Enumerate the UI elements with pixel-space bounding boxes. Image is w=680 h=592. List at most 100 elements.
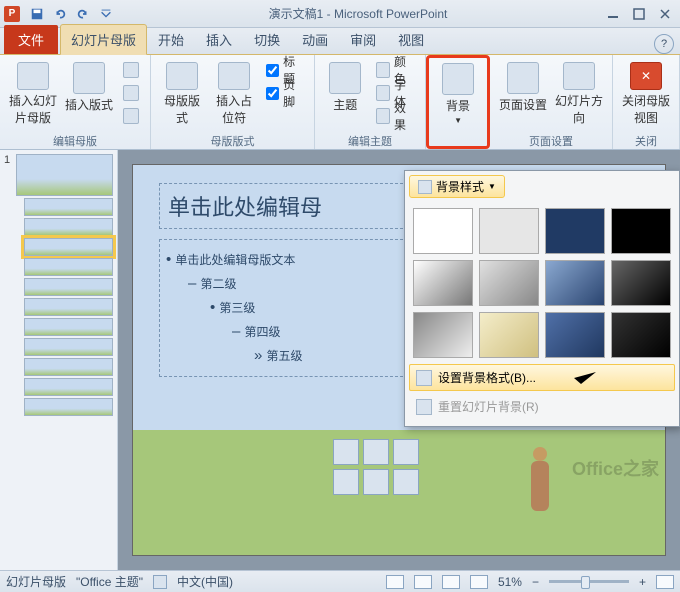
layout-thumbnail[interactable]: [24, 338, 113, 356]
minimize-button[interactable]: [602, 4, 624, 24]
undo-button[interactable]: [49, 3, 71, 25]
background-swatch[interactable]: [413, 208, 473, 254]
page-setup-button[interactable]: 页面设置: [496, 59, 550, 129]
effects-icon: [376, 108, 390, 124]
background-swatch[interactable]: [479, 260, 539, 306]
footer-checkbox[interactable]: 页脚: [261, 82, 308, 104]
fit-to-window-button[interactable]: [656, 575, 674, 589]
tab-transition[interactable]: 切换: [243, 24, 291, 54]
picture-icon[interactable]: [333, 469, 359, 495]
sorter-view-button[interactable]: [414, 575, 432, 589]
background-swatch[interactable]: [413, 260, 473, 306]
media-icon[interactable]: [393, 469, 419, 495]
tab-animation[interactable]: 动画: [291, 24, 339, 54]
background-swatch[interactable]: [479, 208, 539, 254]
table-icon[interactable]: [333, 439, 359, 465]
window-title: 演示文稿1 - Microsoft PowerPoint: [118, 5, 598, 22]
layout-thumbnail[interactable]: [24, 358, 113, 376]
paint-icon: [418, 180, 432, 194]
slideshow-view-button[interactable]: [470, 575, 488, 589]
tab-review[interactable]: 审阅: [339, 24, 387, 54]
status-language[interactable]: 中文(中国): [177, 573, 233, 590]
maximize-button[interactable]: [628, 4, 650, 24]
smartart-icon[interactable]: [393, 439, 419, 465]
slide-master-icon: [17, 62, 49, 90]
layout-thumbnail[interactable]: [24, 378, 113, 396]
tab-slide-master[interactable]: 幻灯片母版: [60, 24, 147, 55]
format-background-menuitem[interactable]: 设置背景格式(B)...: [409, 364, 675, 391]
slide-orientation-button[interactable]: 幻灯片方向: [552, 59, 606, 129]
chart-icon[interactable]: [363, 439, 389, 465]
reset-slide-background-menuitem: 重置幻灯片背景(R): [409, 393, 675, 420]
rename-icon: [123, 85, 139, 101]
background-swatch[interactable]: [611, 260, 671, 306]
save-button[interactable]: [26, 3, 48, 25]
zoom-out-button[interactable]: −: [532, 575, 539, 589]
background-swatch[interactable]: [413, 312, 473, 358]
insert-layout-button[interactable]: 插入版式: [62, 59, 116, 129]
layout-thumbnail[interactable]: [24, 258, 113, 276]
themes-icon: [329, 62, 361, 94]
help-button[interactable]: ?: [654, 34, 674, 54]
layout-thumbnail[interactable]: [24, 198, 113, 216]
layout-thumbnail[interactable]: [24, 318, 113, 336]
redo-button[interactable]: [72, 3, 94, 25]
group-background: 背景▼: [426, 55, 490, 149]
reset-icon: [416, 399, 432, 415]
group-label: 页面设置: [494, 131, 608, 151]
layout-thumbnail[interactable]: [24, 298, 113, 316]
group-edit-theme: 主题 颜色 字体 效果 编辑主题: [315, 55, 426, 149]
master-thumbnail[interactable]: [16, 154, 113, 196]
chevron-down-icon: ▼: [488, 182, 496, 191]
background-styles-dropdown[interactable]: 背景样式▼: [409, 175, 505, 198]
background-swatch[interactable]: [545, 312, 605, 358]
preserve-icon: [123, 108, 139, 124]
status-spellcheck-icon[interactable]: [153, 575, 167, 589]
background-swatch[interactable]: [611, 312, 671, 358]
status-view-mode: 幻灯片母版: [6, 573, 66, 590]
annotation-check: [572, 370, 598, 386]
insert-placeholder-button[interactable]: 插入占位符: [209, 59, 259, 129]
preserve-button[interactable]: [118, 105, 144, 127]
footer-check[interactable]: [266, 87, 279, 100]
insert-slide-master-button[interactable]: 插入幻灯片母版: [6, 59, 60, 129]
background-button[interactable]: 背景▼: [431, 60, 485, 130]
content-placeholder-icons[interactable]: [333, 439, 419, 465]
qat-customize[interactable]: [95, 3, 117, 25]
layout-thumbnail[interactable]: [24, 218, 113, 236]
close-master-view-button[interactable]: ✕关闭母版视图: [619, 59, 673, 129]
background-swatch[interactable]: [479, 312, 539, 358]
rename-button[interactable]: [118, 82, 144, 104]
group-page-setup: 页面设置 幻灯片方向 页面设置: [490, 55, 613, 149]
zoom-level[interactable]: 51%: [498, 575, 522, 589]
background-icon: [442, 63, 474, 95]
layout-thumbnail[interactable]: [24, 398, 113, 416]
tab-view[interactable]: 视图: [387, 24, 435, 54]
background-swatch[interactable]: [545, 208, 605, 254]
tab-home[interactable]: 开始: [147, 24, 195, 54]
effects-button[interactable]: 效果: [371, 105, 419, 127]
background-swatch-grid: [409, 204, 675, 362]
master-layout-button[interactable]: 母版版式: [157, 59, 207, 129]
zoom-slider[interactable]: [549, 580, 629, 583]
background-swatch[interactable]: [545, 260, 605, 306]
title-check[interactable]: [266, 64, 279, 77]
zoom-in-button[interactable]: +: [639, 575, 646, 589]
close-icon: [659, 8, 671, 20]
tab-insert[interactable]: 插入: [195, 24, 243, 54]
tab-file[interactable]: 文件: [4, 25, 58, 54]
content-placeholder-icons-2[interactable]: [333, 469, 419, 495]
layout-thumbnail[interactable]: [24, 278, 113, 296]
save-icon: [30, 7, 44, 21]
background-swatch[interactable]: [611, 208, 671, 254]
delete-button[interactable]: [118, 59, 144, 81]
normal-view-button[interactable]: [386, 575, 404, 589]
clipart-icon[interactable]: [363, 469, 389, 495]
close-button[interactable]: [654, 4, 676, 24]
page-setup-icon: [507, 62, 539, 94]
layout-thumbnail[interactable]: [24, 238, 113, 256]
thumbnail-pane[interactable]: 1: [0, 150, 118, 570]
themes-button[interactable]: 主题: [321, 59, 369, 129]
chevron-down-icon: [99, 7, 113, 21]
reading-view-button[interactable]: [442, 575, 460, 589]
